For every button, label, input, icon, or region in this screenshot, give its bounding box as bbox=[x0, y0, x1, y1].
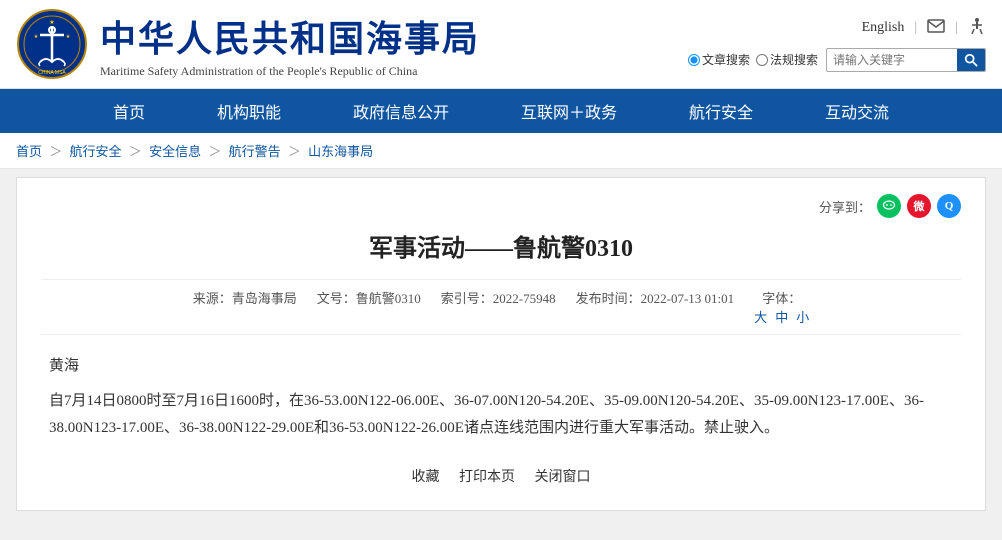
svg-text:★: ★ bbox=[49, 19, 54, 26]
share-qzone-button[interactable]: Q bbox=[937, 194, 961, 218]
nav-interaction[interactable]: 互动交流 bbox=[789, 89, 925, 133]
china-msa-logo: ★ ★ ★ CHINA MSA bbox=[16, 8, 88, 80]
article-body: 黄海 自7月14日0800时至7月16日1600时，在36-53.00N122-… bbox=[41, 353, 961, 442]
article-actions: 收藏 打印本页 关闭窗口 bbox=[41, 466, 961, 486]
breadcrumb-nav-safety[interactable]: 航行安全 bbox=[70, 144, 122, 159]
search-input-wrap bbox=[826, 48, 986, 72]
search-radio-article[interactable] bbox=[688, 54, 700, 66]
breadcrumb: 首页 ＞ 航行安全 ＞ 安全信息 ＞ 航行警告 ＞ 山东海事局 bbox=[0, 133, 1002, 169]
article-index-no: 索引号：2022-75948 bbox=[441, 288, 556, 326]
accessibility-icon-link[interactable] bbox=[968, 17, 986, 40]
header-right-panel: English | | bbox=[688, 17, 986, 72]
article-doc-no: 文号：鲁航警0310 bbox=[317, 288, 421, 326]
font-small-btn[interactable]: 小 bbox=[796, 307, 809, 326]
article-body-line1: 黄海 bbox=[49, 353, 953, 380]
search-radio-law-text: 法规搜索 bbox=[770, 51, 818, 68]
share-wechat-button[interactable] bbox=[877, 194, 901, 218]
nav-institutions[interactable]: 机构职能 bbox=[181, 89, 317, 133]
share-weibo-button[interactable]: 微 bbox=[907, 194, 931, 218]
font-label: 字体： bbox=[762, 291, 801, 306]
email-icon-link[interactable] bbox=[927, 19, 945, 38]
share-label: 分享到： bbox=[819, 197, 871, 216]
search-radio-article-text: 文章搜索 bbox=[702, 51, 750, 68]
email-icon bbox=[927, 19, 945, 33]
article-publish-time: 发布时间：2022-07-13 01:01 bbox=[576, 288, 735, 326]
search-row: 文章搜索 法规搜索 bbox=[688, 48, 986, 72]
breadcrumb-shandong[interactable]: 山东海事局 bbox=[308, 144, 373, 159]
svg-text:★: ★ bbox=[66, 34, 71, 40]
breadcrumb-home[interactable]: 首页 bbox=[16, 144, 42, 159]
article-source: 来源：青岛海事局 bbox=[193, 288, 297, 326]
header-logo-block: ★ ★ ★ CHINA MSA 中华人民共和国海事局 Maritime Safe… bbox=[16, 8, 480, 80]
share-bar: 分享到： 微 Q bbox=[41, 194, 961, 218]
article-content-wrap: 分享到： 微 Q 军事活动——鲁航警0310 来源：青岛海事局 文号：鲁航警03… bbox=[16, 177, 986, 511]
nav-internet-gov[interactable]: 互联网＋政务 bbox=[485, 89, 653, 133]
breadcrumb-sep4: ＞ bbox=[288, 144, 301, 159]
svg-text:★: ★ bbox=[34, 34, 39, 40]
search-button[interactable] bbox=[957, 49, 985, 71]
search-icon bbox=[964, 53, 978, 67]
font-large-btn[interactable]: 大 bbox=[754, 307, 767, 326]
search-radio-law-label[interactable]: 法规搜索 bbox=[756, 51, 818, 68]
page-header: ★ ★ ★ CHINA MSA 中华人民共和国海事局 Maritime Safe… bbox=[0, 0, 1002, 89]
site-title-cn: 中华人民共和国海事局 bbox=[100, 10, 480, 62]
breadcrumb-sep3: ＞ bbox=[208, 144, 221, 159]
search-type-group: 文章搜索 法规搜索 bbox=[688, 51, 818, 68]
nav-navigation-safety[interactable]: 航行安全 bbox=[653, 89, 789, 133]
article-body-line2: 自7月14日0800时至7月16日1600时，在36-53.00N122-06.… bbox=[49, 388, 953, 442]
main-navbar: 首页 机构职能 政府信息公开 互联网＋政务 航行安全 互动交流 bbox=[0, 89, 1002, 133]
font-medium-btn[interactable]: 中 bbox=[775, 307, 788, 326]
article-meta: 来源：青岛海事局 文号：鲁航警0310 索引号：2022-75948 发布时间：… bbox=[41, 279, 961, 335]
qzone-icon: Q bbox=[945, 200, 954, 212]
wechat-icon bbox=[882, 199, 896, 213]
search-radio-law[interactable] bbox=[756, 54, 768, 66]
search-radio-article-label[interactable]: 文章搜索 bbox=[688, 51, 750, 68]
breadcrumb-sep1: ＞ bbox=[49, 144, 62, 159]
font-controls: 大 中 小 bbox=[754, 307, 809, 326]
article-font-control: 字体： 大 中 小 bbox=[754, 288, 809, 326]
nav-home[interactable]: 首页 bbox=[77, 89, 181, 133]
article-title: 军事活动——鲁航警0310 bbox=[41, 228, 961, 263]
search-input[interactable] bbox=[827, 50, 957, 70]
svg-text:CHINA MSA: CHINA MSA bbox=[38, 70, 66, 76]
divider1: | bbox=[914, 20, 917, 36]
nav-gov-info[interactable]: 政府信息公开 bbox=[317, 89, 485, 133]
breadcrumb-nav-warning[interactable]: 航行警告 bbox=[229, 144, 281, 159]
print-link[interactable]: 打印本页 bbox=[459, 470, 515, 485]
site-title-en: Maritime Safety Administration of the Pe… bbox=[100, 64, 480, 79]
accessibility-icon bbox=[968, 17, 986, 35]
breadcrumb-safety-info[interactable]: 安全信息 bbox=[149, 144, 201, 159]
english-link[interactable]: English bbox=[862, 20, 905, 36]
breadcrumb-sep2: ＞ bbox=[129, 144, 142, 159]
collect-link[interactable]: 收藏 bbox=[412, 470, 440, 485]
close-window-link[interactable]: 关闭窗口 bbox=[535, 470, 591, 485]
header-top-links: English | | bbox=[862, 17, 986, 40]
header-titles: 中华人民共和国海事局 Maritime Safety Administratio… bbox=[100, 10, 480, 79]
weibo-icon: 微 bbox=[914, 198, 925, 214]
divider2: | bbox=[955, 20, 958, 36]
